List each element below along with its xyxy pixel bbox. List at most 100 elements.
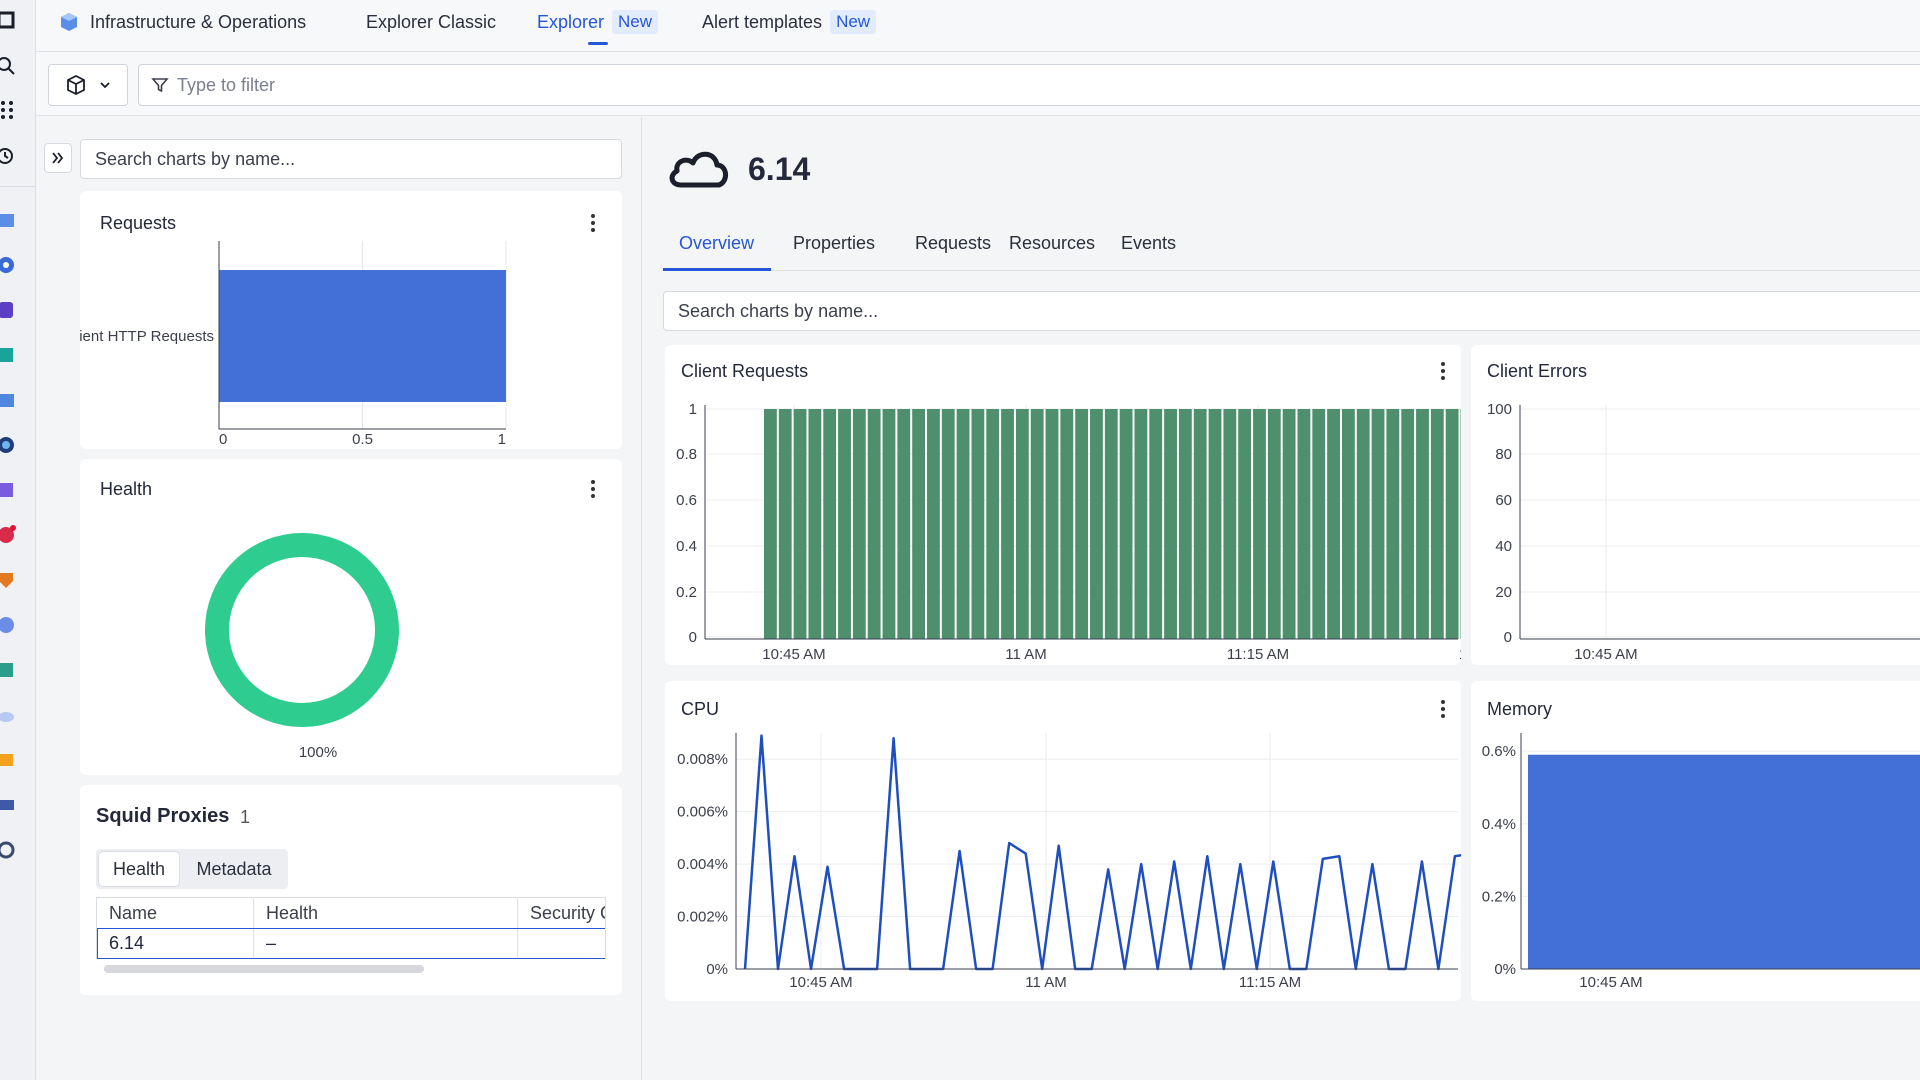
y-tick-label: 0 (689, 629, 697, 646)
x-tick-label: 11 AM (1025, 974, 1066, 991)
metadata-tab[interactable]: Metadata (182, 852, 286, 886)
tab-active-indicator (663, 268, 771, 271)
logs-app-icon[interactable] (0, 613, 18, 637)
category-label: Client HTTP Requests (80, 328, 214, 345)
bar (1134, 409, 1148, 639)
y-tick-label: 1 (689, 401, 697, 418)
kubernetes-app-icon[interactable] (0, 253, 18, 277)
expand-panel-button[interactable] (44, 143, 72, 173)
column-header-security[interactable]: Security C (518, 898, 605, 928)
tab-overview[interactable]: Overview (679, 217, 754, 269)
cloud-icon (669, 151, 728, 188)
y-tick-label: 0.002% (677, 909, 728, 926)
tab-resources[interactable]: Resources (1009, 217, 1095, 269)
bar (867, 409, 881, 639)
y-tick-label: 0.2% (1482, 888, 1516, 905)
y-tick-label: 20 (1495, 584, 1512, 601)
hosts-app-icon[interactable] (0, 388, 18, 412)
memory-chart: 0.6% 0.4% 0.2% 0% 10:45 AM (1482, 733, 1920, 991)
tab-properties[interactable]: Properties (793, 217, 875, 269)
filter-field[interactable] (138, 64, 1920, 106)
y-tick-label: 0.4% (1482, 816, 1516, 833)
client-errors-chart: 100 80 60 40 20 0 10:45 AM (1487, 401, 1920, 663)
overview-chart-search-field[interactable] (663, 291, 1920, 331)
y-tick-label: 0.2 (676, 584, 697, 601)
y-tick-label: 0.8 (676, 446, 697, 463)
bar (971, 409, 985, 639)
cpu-card: CPU 0.008% 0.006% 0.004% 0.002% 0% 10:45 AM 11… (665, 681, 1461, 1001)
cloud-app-icon[interactable] (0, 703, 18, 727)
x-tick-label: 11:30 AM (1459, 646, 1461, 663)
y-tick-label: 60 (1495, 492, 1512, 509)
extensions-app-icon[interactable] (0, 478, 18, 502)
history-icon[interactable] (0, 144, 18, 168)
search-icon[interactable] (0, 54, 18, 78)
memory-card: Memory 0.6% 0.4% 0.2% 0% 10:45 AM (1471, 681, 1920, 1001)
table-row[interactable] (97, 928, 605, 959)
x-tick-label: 10:45 AM (789, 974, 852, 991)
infrastructure-app-icon[interactable] (0, 208, 18, 232)
tick-label: 0 (219, 431, 227, 448)
security-app-icon[interactable] (0, 568, 18, 592)
bar (1356, 409, 1370, 639)
bar (1386, 409, 1400, 639)
chart-search-field[interactable] (80, 139, 622, 179)
y-tick-label: 100 (1487, 401, 1512, 418)
network-app-icon[interactable] (0, 343, 18, 367)
bar (1208, 409, 1222, 639)
requests-bar-chart: Client HTTP Requests 0 0.5 1 (80, 241, 507, 448)
bar (1341, 409, 1355, 639)
donut-label: 100% (299, 744, 337, 761)
overview-chart-search-input[interactable] (678, 300, 1807, 322)
x-tick-label: 11 AM (1005, 646, 1046, 663)
notebooks-app-icon[interactable] (0, 748, 18, 772)
tab-events[interactable]: Events (1121, 217, 1176, 269)
column-header-health[interactable]: Health (254, 898, 518, 928)
new-badge: New (830, 10, 877, 34)
bar (1045, 409, 1059, 639)
cpu-series-line (743, 734, 1461, 971)
health-tab[interactable]: Health (99, 852, 179, 886)
double-chevron-right-icon (52, 152, 64, 164)
client-errors-card: Client Errors 100 80 60 40 20 0 10:45 AM (1471, 345, 1920, 665)
bar (1445, 409, 1459, 639)
app-logo-icon[interactable] (0, 8, 18, 32)
nav-active-indicator (588, 42, 608, 45)
bar (1075, 409, 1089, 639)
nav-alert-templates[interactable]: Alert templates New (702, 0, 877, 44)
workflows-app-icon[interactable] (0, 658, 18, 682)
tab-requests[interactable]: Requests (915, 217, 991, 269)
problems-app-icon[interactable] (0, 523, 18, 547)
filter-bar (36, 52, 1920, 116)
column-header-name[interactable]: Name (97, 898, 254, 928)
bar (1297, 409, 1311, 639)
entity-type-dropdown[interactable] (48, 64, 128, 106)
filter-input[interactable] (177, 74, 577, 96)
y-tick-label: 0.008% (677, 751, 728, 768)
bar (1030, 409, 1044, 639)
infrastructure-app-icon (61, 13, 77, 31)
bar (1119, 409, 1133, 639)
squid-proxies-table: Name Health Security C 6.14 – (96, 897, 606, 959)
y-tick-label: 0.6% (1482, 743, 1516, 760)
bar (1060, 409, 1074, 639)
services-app-icon[interactable] (0, 433, 18, 457)
bar (1001, 409, 1014, 639)
chart-search-input[interactable] (95, 148, 569, 170)
bar (823, 409, 837, 639)
nav-infrastructure-operations[interactable]: Infrastructure & Operations (58, 0, 306, 44)
devices-app-icon[interactable] (0, 793, 18, 817)
bar (1253, 409, 1266, 639)
bar (897, 409, 911, 639)
x-tick-label: 11:15 AM (1239, 974, 1301, 991)
horizontal-scrollbar[interactable] (104, 965, 424, 973)
databases-app-icon[interactable] (0, 298, 18, 322)
nav-explorer-classic[interactable]: Explorer Classic (366, 0, 496, 44)
bar (1327, 409, 1340, 639)
bar (1282, 409, 1296, 639)
settings-app-icon[interactable] (0, 838, 18, 862)
left-panel: Requests Client HTTP Requests00.51 Healt… (36, 117, 642, 1080)
nav-explorer[interactable]: Explorer New (537, 0, 659, 44)
bar (1149, 409, 1163, 639)
apps-grid-icon[interactable] (0, 98, 18, 122)
